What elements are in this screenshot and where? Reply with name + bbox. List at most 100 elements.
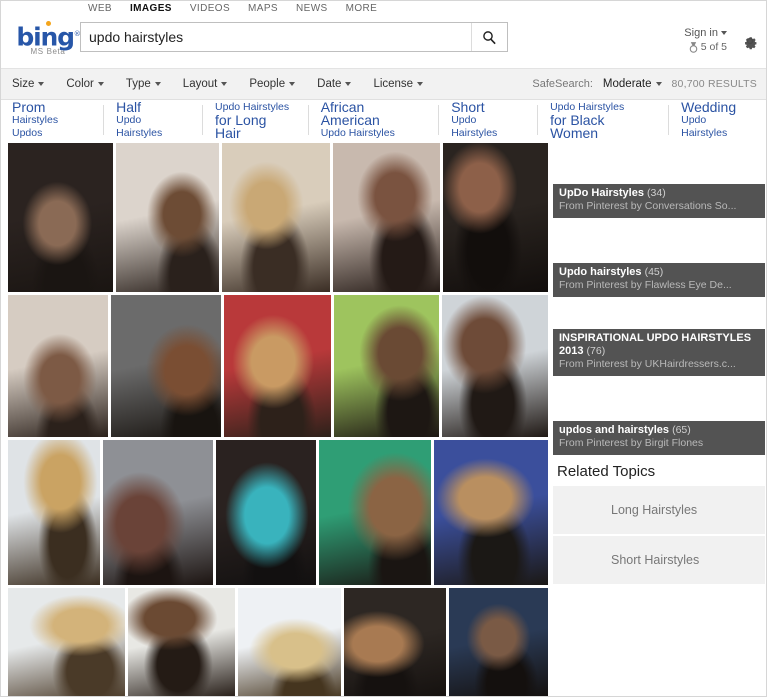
image-result-r4c4[interactable] <box>343 588 446 697</box>
image-grid-row <box>8 588 548 697</box>
image-result-r1c4[interactable] <box>332 143 441 292</box>
search-icon <box>483 30 496 44</box>
topnav-item-news[interactable]: NEWS <box>296 3 328 15</box>
image-result-r2c5[interactable] <box>442 295 548 437</box>
photo-thumbnail <box>448 588 548 697</box>
collection-card-1[interactable]: UpDo Hairstyles (34) From Pinterest by Co… <box>553 143 765 218</box>
topnav-item-web[interactable]: WEB <box>88 3 112 15</box>
sign-in-link[interactable]: Sign in <box>684 26 727 40</box>
image-result-r3c2[interactable] <box>102 440 213 585</box>
rewards-status[interactable]: 5 of 5 <box>684 40 727 54</box>
image-result-r3c3[interactable] <box>215 440 317 585</box>
image-result-r4c3[interactable] <box>238 588 341 697</box>
photo-thumbnail <box>434 440 548 585</box>
image-result-r1c1[interactable] <box>8 143 113 292</box>
photo-thumbnail <box>215 440 317 585</box>
safesearch-dropdown[interactable]: Moderate <box>603 78 662 90</box>
filter-license[interactable]: License <box>373 78 424 90</box>
collection-source: From Pinterest by Birgit Flones <box>559 437 704 449</box>
search-input[interactable] <box>81 23 471 51</box>
collection-caption: UpDo Hairstyles (34) From Pinterest by Co… <box>553 184 765 218</box>
related-search-line1: Wedding <box>681 98 737 115</box>
collection-title: INSPIRATIONAL UPDO HAIRSTYLES 2013 (76) <box>559 332 752 357</box>
filter-layout[interactable]: Layout <box>183 78 228 90</box>
topnav-item-maps[interactable]: MAPS <box>248 3 278 15</box>
filter-size[interactable]: Size <box>12 78 45 90</box>
collection-title: Updo hairstyles (45) <box>559 266 664 278</box>
image-result-r4c2[interactable] <box>128 588 236 697</box>
related-search-line2: Updo Hairstyles <box>320 126 395 139</box>
image-result-r3c5[interactable] <box>434 440 548 585</box>
collection-card-2[interactable]: Updo hairstyles (45) From Pinterest by Fl… <box>553 222 765 297</box>
photo-thumbnail <box>128 588 236 697</box>
photo-thumbnail <box>238 588 341 697</box>
collection-caption: Updo hairstyles (45) From Pinterest by Fl… <box>553 263 765 297</box>
related-topic-thumbnail <box>553 486 601 534</box>
search-button[interactable] <box>471 23 507 51</box>
topnav-item-images[interactable]: IMAGES <box>130 3 172 15</box>
related-search-6[interactable]: Updo Hairstyles for Black Women <box>538 101 670 140</box>
photo-thumbnail <box>8 143 113 292</box>
medal-icon <box>689 41 697 53</box>
topnav-item-videos[interactable]: VIDEOS <box>190 3 230 15</box>
related-searches-strip: Prom Hairstyles Updos Half Updo Hairstyles U… <box>0 100 767 140</box>
image-result-r2c2[interactable] <box>110 295 222 437</box>
chevron-down-icon <box>655 82 662 86</box>
collection-card-3[interactable]: INSPIRATIONAL UPDO HAIRSTYLES 2013 (76) F… <box>553 301 765 376</box>
filter-label: Size <box>12 78 35 90</box>
filter-people[interactable]: People <box>249 78 296 90</box>
related-search-3[interactable]: Updo Hairstyles for Long Hair <box>203 101 309 140</box>
related-search-1[interactable]: Prom Hairstyles Updos <box>0 100 105 139</box>
filter-color[interactable]: Color <box>66 78 104 90</box>
related-search-line1: Half <box>116 98 142 115</box>
photo-thumbnail <box>222 143 330 292</box>
image-result-r4c1[interactable] <box>8 588 126 697</box>
topnav-item-more[interactable]: MORE <box>346 3 378 15</box>
image-result-r1c2[interactable] <box>115 143 220 292</box>
filter-date[interactable]: Date <box>317 78 352 90</box>
image-result-r4c5[interactable] <box>448 588 548 697</box>
image-result-r1c5[interactable] <box>443 143 549 292</box>
bing-images-search-page: WEB IMAGES VIDEOS MAPS NEWS MORE bing® MS Bet… <box>0 0 767 697</box>
related-topic-2[interactable]: Short Hairstyles <box>553 536 765 584</box>
safesearch-label: SafeSearch: <box>532 78 593 90</box>
collection-caption: updos and hairstyles (65) From Pinterest … <box>553 421 765 455</box>
related-search-line2: for Long Hair <box>215 111 267 141</box>
photo-thumbnail <box>224 295 331 437</box>
collection-source: From Pinterest by UKHairdressers.c... <box>559 358 736 370</box>
related-search-4[interactable]: African American Updo Hairstyles <box>309 100 440 139</box>
related-topic-1[interactable]: Long Hairstyles <box>553 486 765 534</box>
related-search-2[interactable]: Half Updo Hairstyles <box>104 100 204 139</box>
chevron-down-icon <box>345 82 352 86</box>
filter-type[interactable]: Type <box>126 78 161 90</box>
related-search-5[interactable]: Short Updo Hairstyles <box>439 100 539 139</box>
photo-thumbnail <box>333 295 440 437</box>
trademark-mark: ® <box>73 30 81 38</box>
related-topics-heading: Related Topics <box>557 463 656 480</box>
photo-thumbnail <box>443 143 549 292</box>
image-result-r1c3[interactable] <box>222 143 330 292</box>
related-search-line1: Prom <box>12 98 46 115</box>
image-result-r3c4[interactable] <box>319 440 432 585</box>
filter-label: Date <box>317 78 342 90</box>
filter-label: Type <box>125 78 151 90</box>
settings-button[interactable] <box>741 32 759 50</box>
image-result-r3c1[interactable] <box>8 440 100 585</box>
right-sidebar: UpDo Hairstyles (34) From Pinterest by Co… <box>553 143 765 586</box>
image-result-r2c1[interactable] <box>8 295 108 437</box>
search-header: bing® MS Beta Sign in <box>0 18 767 68</box>
related-search-line2: Updo Hairstyles <box>451 113 498 139</box>
photo-thumbnail <box>442 295 548 437</box>
related-search-7[interactable]: Wedding Updo Hairstyles <box>669 100 767 139</box>
related-search-line1: Short <box>451 98 485 115</box>
image-result-r2c3[interactable] <box>224 295 331 437</box>
bing-logo[interactable]: bing® MS Beta <box>10 21 86 56</box>
related-search-line2: Updo Hairstyles <box>681 113 728 139</box>
filter-bar-right: SafeSearch: Moderate 80,700 RESULTS <box>532 78 757 90</box>
results-count: 80,700 RESULTS <box>671 78 757 90</box>
collection-card-4[interactable]: updos and hairstyles (65) From Pinterest … <box>553 380 765 455</box>
related-search-line2: Hairstyles Updos <box>12 113 59 139</box>
image-result-r2c4[interactable] <box>333 295 440 437</box>
collection-title: updos and hairstyles (65) <box>559 424 691 436</box>
chevron-down-icon <box>97 82 104 86</box>
